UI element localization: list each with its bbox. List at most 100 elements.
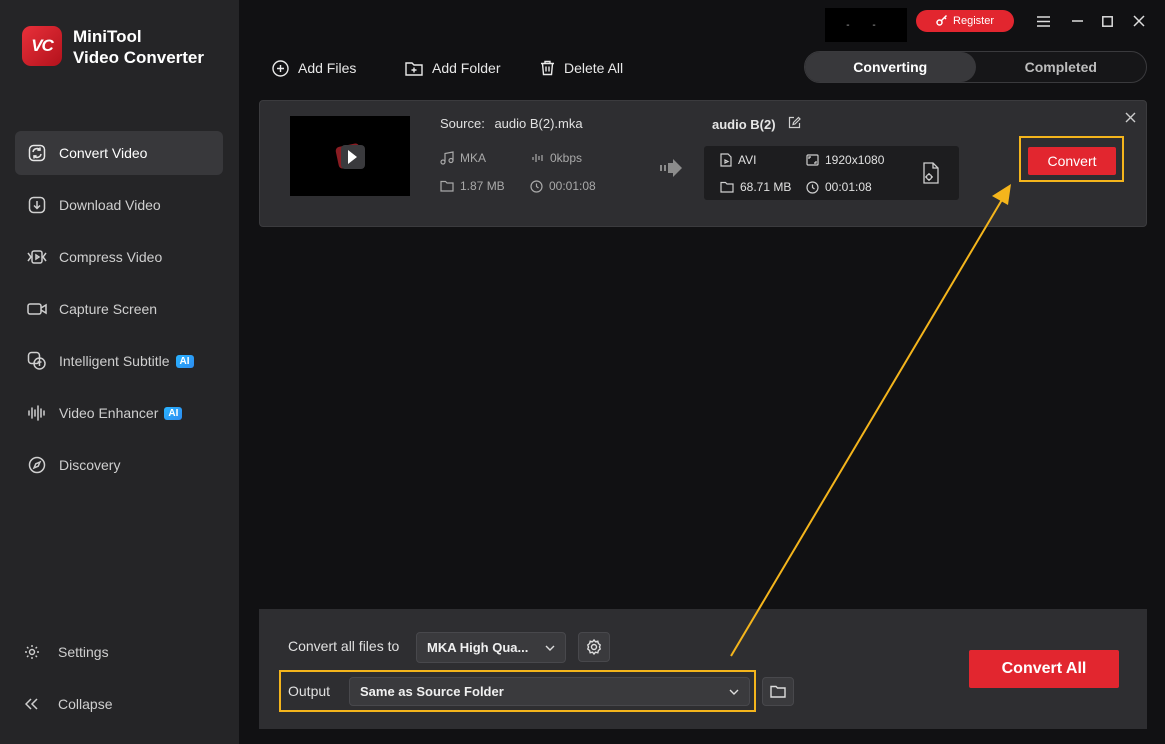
sidebar-item-label: Convert Video: [59, 145, 148, 161]
app-logo: VC: [22, 26, 62, 66]
close-window-button[interactable]: [1130, 12, 1148, 30]
blank-title-area: - -: [825, 8, 907, 42]
ai-badge: AI: [175, 354, 194, 368]
source-size-value: 1.87 MB: [460, 179, 505, 193]
output-folder-select[interactable]: Same as Source Folder: [349, 677, 750, 706]
open-folder-button[interactable]: [762, 677, 794, 706]
output-duration-value: 00:01:08: [825, 180, 872, 194]
sidebar-item-video-enhancer[interactable]: Video Enhancer AI: [15, 391, 223, 435]
add-folder-label: Add Folder: [432, 60, 501, 76]
close-icon: [1133, 15, 1145, 27]
sidebar-item-compress-video[interactable]: Compress Video: [15, 235, 223, 279]
waveform-icon: [27, 403, 47, 423]
convert-icon: [27, 143, 47, 163]
output-folder-value: Same as Source Folder: [360, 684, 504, 699]
minimize-icon: [1071, 20, 1083, 22]
convert-all-button[interactable]: Convert All: [969, 650, 1119, 688]
output-resolution: 1920x1080: [806, 153, 884, 167]
maximize-button[interactable]: [1098, 12, 1116, 30]
sidebar-item-label: Discovery: [59, 457, 121, 473]
output-format-value: AVI: [738, 153, 757, 167]
double-chevron-left-icon: [22, 698, 42, 710]
collapse-label: Collapse: [58, 696, 113, 712]
ai-badge: AI: [164, 406, 183, 420]
add-folder-icon: [405, 60, 423, 76]
settings-button[interactable]: Settings: [22, 632, 222, 672]
folder-icon: [720, 181, 734, 193]
camera-icon: [27, 299, 47, 319]
compress-icon: [27, 247, 47, 267]
output-size-value: 68.71 MB: [740, 180, 792, 194]
target-format-value: MKA High Qua...: [427, 640, 529, 655]
edit-icon[interactable]: [788, 116, 801, 132]
source-title: Source: audio B(2).mka: [440, 116, 583, 131]
output-filename: audio B(2): [712, 116, 776, 132]
source-bitrate: 0kbps: [532, 151, 582, 165]
app-name: MiniTool Video Converter: [73, 26, 204, 68]
output-format: AVI: [720, 153, 756, 167]
remove-task-button[interactable]: [1125, 110, 1136, 128]
video-thumbnail[interactable]: [290, 116, 410, 196]
output-label: Output: [288, 683, 331, 699]
app-name-line1: MiniTool: [73, 27, 142, 46]
source-duration: 00:01:08: [530, 179, 596, 193]
add-files-button[interactable]: Add Files: [272, 58, 356, 78]
target-format-select[interactable]: MKA High Qua...: [416, 632, 566, 663]
clock-icon: [530, 179, 543, 193]
gear-icon: [22, 644, 42, 660]
sidebar-item-capture-screen[interactable]: Capture Screen: [15, 287, 223, 331]
delete-all-button[interactable]: Delete All: [540, 58, 623, 78]
output-resolution-value: 1920x1080: [825, 153, 885, 167]
delete-all-label: Delete All: [564, 60, 624, 76]
conversion-task-card: Source: audio B(2).mka MKA 0kbps 1.87 MB…: [259, 100, 1147, 227]
file-settings-icon[interactable]: [922, 162, 940, 189]
sidebar-item-intelligent-subtitle[interactable]: Intelligent Subtitle AI: [15, 339, 223, 383]
sidebar-item-convert-video[interactable]: Convert Video: [15, 131, 223, 175]
sidebar-item-download-video[interactable]: Download Video: [15, 183, 223, 227]
folder-icon: [770, 685, 786, 698]
menu-button[interactable]: [1034, 12, 1052, 30]
register-label: Register: [953, 15, 994, 27]
status-tabs: Converting Completed: [804, 51, 1147, 83]
convert-all-to-label: Convert all files to: [288, 638, 400, 654]
register-button[interactable]: Register: [916, 10, 1014, 32]
download-icon: [27, 195, 47, 215]
resolution-icon: [806, 154, 819, 166]
tab-completed[interactable]: Completed: [976, 52, 1147, 82]
tab-converting[interactable]: Converting: [805, 52, 976, 82]
sidebar-item-label: Compress Video: [59, 249, 163, 265]
output-duration: 00:01:08: [806, 180, 872, 194]
minimize-button[interactable]: [1068, 12, 1086, 30]
sidebar-item-label: Video Enhancer: [59, 405, 159, 421]
app-name-line2: Video Converter: [73, 48, 205, 67]
compass-icon: [27, 455, 47, 475]
output-title: audio B(2): [712, 116, 801, 132]
chevron-down-icon: [729, 689, 739, 695]
sidebar-item-label: Download Video: [59, 197, 161, 213]
output-settings-box[interactable]: AVI 1920x1080 68.71 MB 00:01:08: [704, 146, 959, 200]
source-filename: audio B(2).mka: [494, 116, 583, 131]
sidebar-nav: Convert Video Download Video Compress Vi…: [15, 131, 223, 495]
folder-icon: [440, 180, 454, 192]
bitrate-icon: [532, 154, 543, 162]
add-files-label: Add Files: [298, 60, 357, 76]
sidebar-item-discovery[interactable]: Discovery: [15, 443, 223, 487]
convert-button[interactable]: Convert: [1028, 147, 1116, 175]
video-file-icon: [720, 153, 732, 167]
sidebar: VC MiniTool Video Converter Convert Vide…: [0, 0, 239, 744]
format-settings-button[interactable]: [578, 632, 610, 662]
sidebar-item-label: Capture Screen: [59, 301, 158, 317]
source-label: Source:: [440, 116, 485, 131]
maximize-icon: [1101, 15, 1113, 27]
chevron-down-icon: [545, 645, 555, 651]
collapse-button[interactable]: Collapse: [22, 684, 222, 724]
play-icon: [335, 143, 365, 169]
source-format-value: MKA: [460, 151, 487, 165]
add-folder-button[interactable]: Add Folder: [405, 58, 500, 78]
trash-icon: [540, 60, 555, 76]
subtitle-icon: [27, 351, 47, 371]
sidebar-item-label: Intelligent Subtitle: [59, 353, 170, 369]
clock-icon: [806, 180, 819, 194]
hamburger-icon: [1036, 15, 1050, 27]
convert-arrow-icon: [660, 159, 682, 182]
